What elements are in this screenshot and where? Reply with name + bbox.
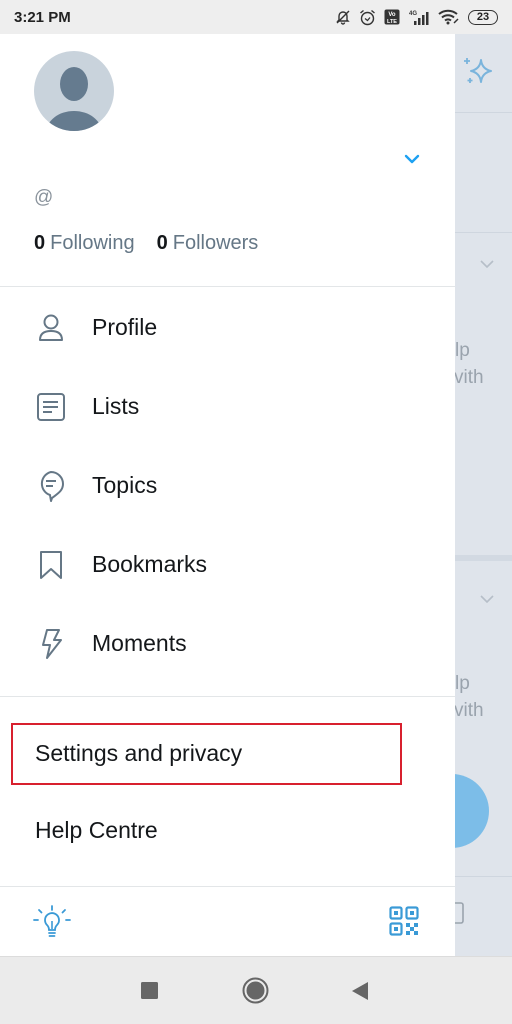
- menu-item-help-centre[interactable]: Help Centre: [0, 791, 455, 870]
- volte-icon: Vo LTE: [384, 9, 400, 25]
- menu-label: Topics: [92, 472, 158, 498]
- lightbulb-icon[interactable]: [33, 904, 71, 945]
- followers-label: Followers: [172, 232, 259, 254]
- background-text: vith: [454, 700, 484, 721]
- account-switch-chevron-icon[interactable]: [403, 152, 421, 170]
- background-app: lp vith lp vith: [415, 34, 512, 956]
- following-label: Following: [50, 232, 135, 254]
- battery-indicator: 23: [468, 9, 498, 25]
- background-text: lp: [455, 340, 470, 361]
- following-link[interactable]: 0 Following: [34, 232, 135, 255]
- home-button[interactable]: [242, 977, 269, 1009]
- status-icons: Vo LTE 4G 23: [335, 9, 498, 26]
- menu-label: Settings and privacy: [35, 740, 243, 766]
- divider: [0, 696, 455, 697]
- menu-item-lists[interactable]: Lists: [0, 367, 455, 446]
- status-time: 3:21 PM: [14, 8, 71, 26]
- lightning-icon: [36, 628, 66, 659]
- background-text: lp: [455, 673, 470, 694]
- sparkle-icon: [461, 54, 495, 93]
- chevron-down-icon: [479, 256, 495, 274]
- 4g-signal-icon: 4G: [408, 9, 430, 26]
- person-icon: [36, 313, 66, 343]
- recents-button[interactable]: [141, 982, 159, 1005]
- navigation-drawer: @ 0 Following 0 Followers Profile Lists To…: [0, 34, 455, 956]
- menu-item-settings-and-privacy[interactable]: Settings and privacy: [0, 714, 455, 793]
- handle-prefix: @: [34, 187, 54, 208]
- system-nav-bar: [0, 956, 512, 1024]
- menu-label: Bookmarks: [92, 551, 208, 577]
- followers-link[interactable]: 0 Followers: [157, 232, 259, 255]
- user-handle: @: [34, 187, 53, 209]
- svg-text:LTE: LTE: [387, 19, 397, 25]
- divider: [0, 886, 455, 887]
- chevron-down-icon: [479, 591, 495, 609]
- menu-label: Lists: [92, 393, 140, 419]
- alarm-icon: [359, 9, 376, 26]
- followers-count: 0: [156, 232, 168, 254]
- bookmark-icon: [36, 550, 66, 580]
- wifi-icon: [438, 9, 460, 25]
- svg-text:4G: 4G: [409, 11, 417, 17]
- menu-item-bookmarks[interactable]: Bookmarks: [0, 525, 455, 604]
- status-bar: 3:21 PM Vo LTE 4G 23: [0, 0, 512, 34]
- list-icon: [36, 392, 66, 422]
- following-count: 0: [34, 232, 46, 254]
- topics-icon: [36, 470, 66, 502]
- menu-item-topics[interactable]: Topics: [0, 446, 455, 525]
- back-button[interactable]: [351, 981, 369, 1006]
- menu-label: Help Centre: [35, 817, 158, 843]
- menu-label: Moments: [92, 630, 187, 656]
- menu-item-profile[interactable]: Profile: [0, 288, 455, 367]
- avatar[interactable]: [34, 51, 114, 131]
- background-text: vith: [454, 367, 484, 388]
- menu-item-moments[interactable]: Moments: [0, 604, 455, 683]
- notifications-off-icon: [335, 9, 351, 25]
- qr-code-icon[interactable]: [389, 906, 419, 941]
- svg-text:Vo: Vo: [388, 12, 396, 18]
- divider: [0, 286, 455, 287]
- message-icon: [455, 900, 465, 931]
- menu-label: Profile: [92, 314, 158, 340]
- follow-stats: 0 Following 0 Followers: [34, 232, 258, 255]
